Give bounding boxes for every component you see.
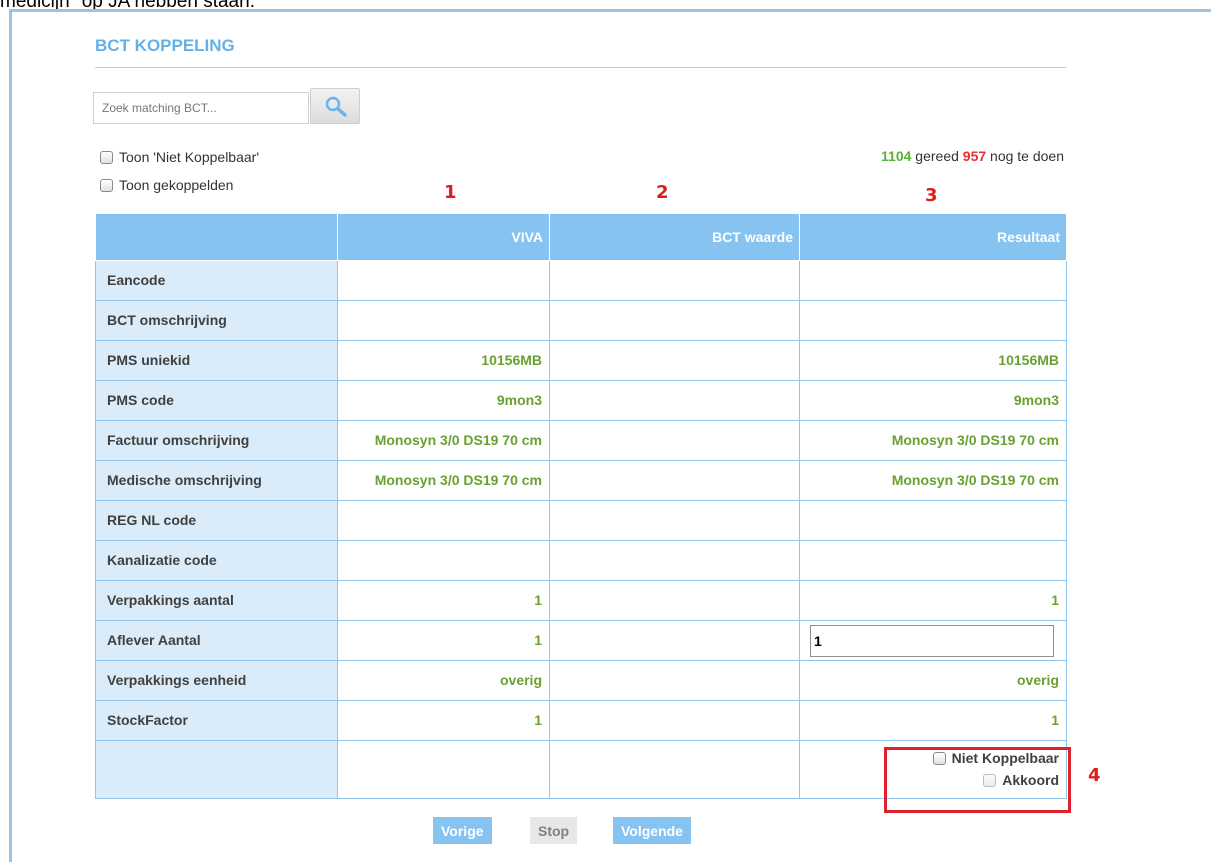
todo-count: 957 [962,148,987,164]
bct-cell [549,340,800,381]
annotation-2: 2 [656,182,669,203]
viva-cell [337,740,550,799]
row-label: PMS uniekid [95,340,338,381]
viva-cell: Monosyn 3/0 DS19 70 cm [337,460,550,501]
table-row: Verpakkings eenheid overig overig [95,660,1067,701]
filter-linked[interactable]: Toon gekoppelden [100,177,233,193]
table-row: Eancode [95,260,1067,301]
bct-cell [549,260,800,301]
row-label: Factuur omschrijving [95,420,338,461]
table-row: Kanalizatie code [95,540,1067,581]
result-cell: 10156MB [799,340,1067,381]
viva-cell [337,500,550,541]
done-label: gereed [915,148,959,164]
filter-linked-label: Toon gekoppelden [119,177,234,193]
row-label: StockFactor [95,700,338,741]
annotation-4: 4 [1088,765,1101,786]
result-cell: Monosyn 3/0 DS19 70 cm [799,420,1067,461]
row-label: Verpakkings aantal [95,580,338,621]
annotation-3: 3 [925,185,938,206]
stop-button[interactable]: Stop [530,817,578,844]
bct-cell [549,500,800,541]
header-result: Resultaat [799,213,1067,261]
page-title: BCT KOPPELING [95,36,235,55]
viva-cell: overig [337,660,550,701]
search-icon [325,96,347,117]
annotation-1: 1 [444,182,457,203]
bct-cell [549,660,800,701]
result-cell [799,260,1067,301]
bct-cell [549,620,800,661]
bct-cell [549,540,800,581]
viva-cell [337,540,550,581]
viva-cell: Monosyn 3/0 DS19 70 cm [337,420,550,461]
search-input[interactable] [93,92,309,124]
table-row: BCT omschrijving [95,300,1067,341]
not-linkable-checkbox[interactable] [100,150,113,164]
viva-cell: 9mon3 [337,380,550,421]
bct-cell [549,420,800,461]
table-row: PMS code 9mon3 9mon3 [95,380,1067,421]
viva-cell: 1 [337,620,550,661]
viva-cell [337,300,550,341]
bct-cell [549,740,800,799]
viva-cell: 10156MB [337,340,550,381]
linked-checkbox[interactable] [100,178,113,192]
result-cell [799,300,1067,341]
viva-cell: 1 [337,700,550,741]
header-bct-value: BCT waarde [549,213,800,261]
table-row: Verpakkings aantal 1 1 [95,580,1067,621]
row-label [95,740,338,799]
row-label: PMS code [95,380,338,421]
done-count: 1104 [881,148,912,164]
filter-not-linkable-label: Toon 'Niet Koppelbaar' [119,149,259,165]
result-cell [799,500,1067,541]
table-row: Aflever Aantal 1 [95,620,1067,661]
link-table: VIVA BCT waarde Resultaat Eancode BCT om… [95,213,1067,799]
bct-cell [549,460,800,501]
bct-cell [549,580,800,621]
result-cell: Monosyn 3/0 DS19 70 cm [799,460,1067,501]
viva-cell: 1 [337,580,550,621]
previous-button[interactable]: Vorige [433,817,492,844]
row-label: BCT omschrijving [95,300,338,341]
table-row: PMS uniekid 10156MB 10156MB [95,340,1067,381]
result-cell: overig [799,660,1067,701]
aflever-aantal-input[interactable] [810,624,1054,657]
todo-label: nog te doen [990,148,1064,164]
result-cell: 9mon3 [799,380,1067,421]
search-button[interactable] [310,88,360,124]
row-label: Eancode [95,260,338,301]
highlight-box [884,747,1071,813]
header-corner [95,213,338,261]
row-label: Medische omschrijving [95,460,338,501]
bct-cell [549,700,800,741]
next-button[interactable]: Volgende [613,817,691,844]
title-divider [95,67,1066,68]
row-label: Verpakkings eenheid [95,660,338,701]
result-cell: 1 [799,700,1067,741]
filter-not-linkable[interactable]: Toon 'Niet Koppelbaar' [100,149,259,165]
table-row: REG NL code [95,500,1067,541]
table-row: Factuur omschrijving Monosyn 3/0 DS19 70… [95,420,1067,461]
table-header-row: VIVA BCT waarde Resultaat [95,213,1067,261]
bct-cell [549,300,800,341]
result-cell: 1 [799,580,1067,621]
viva-cell [337,260,550,301]
row-label: Kanalizatie code [95,540,338,581]
result-cell [799,620,1067,661]
table-row: StockFactor 1 1 [95,700,1067,741]
row-label: Aflever Aantal [95,620,338,661]
bct-cell [549,380,800,421]
row-label: REG NL code [95,500,338,541]
progress-status: 1104 gereed 957 nog te doen [881,148,1064,164]
table-row: Medische omschrijving Monosyn 3/0 DS19 7… [95,460,1067,501]
result-cell [799,540,1067,581]
header-viva: VIVA [337,213,550,261]
